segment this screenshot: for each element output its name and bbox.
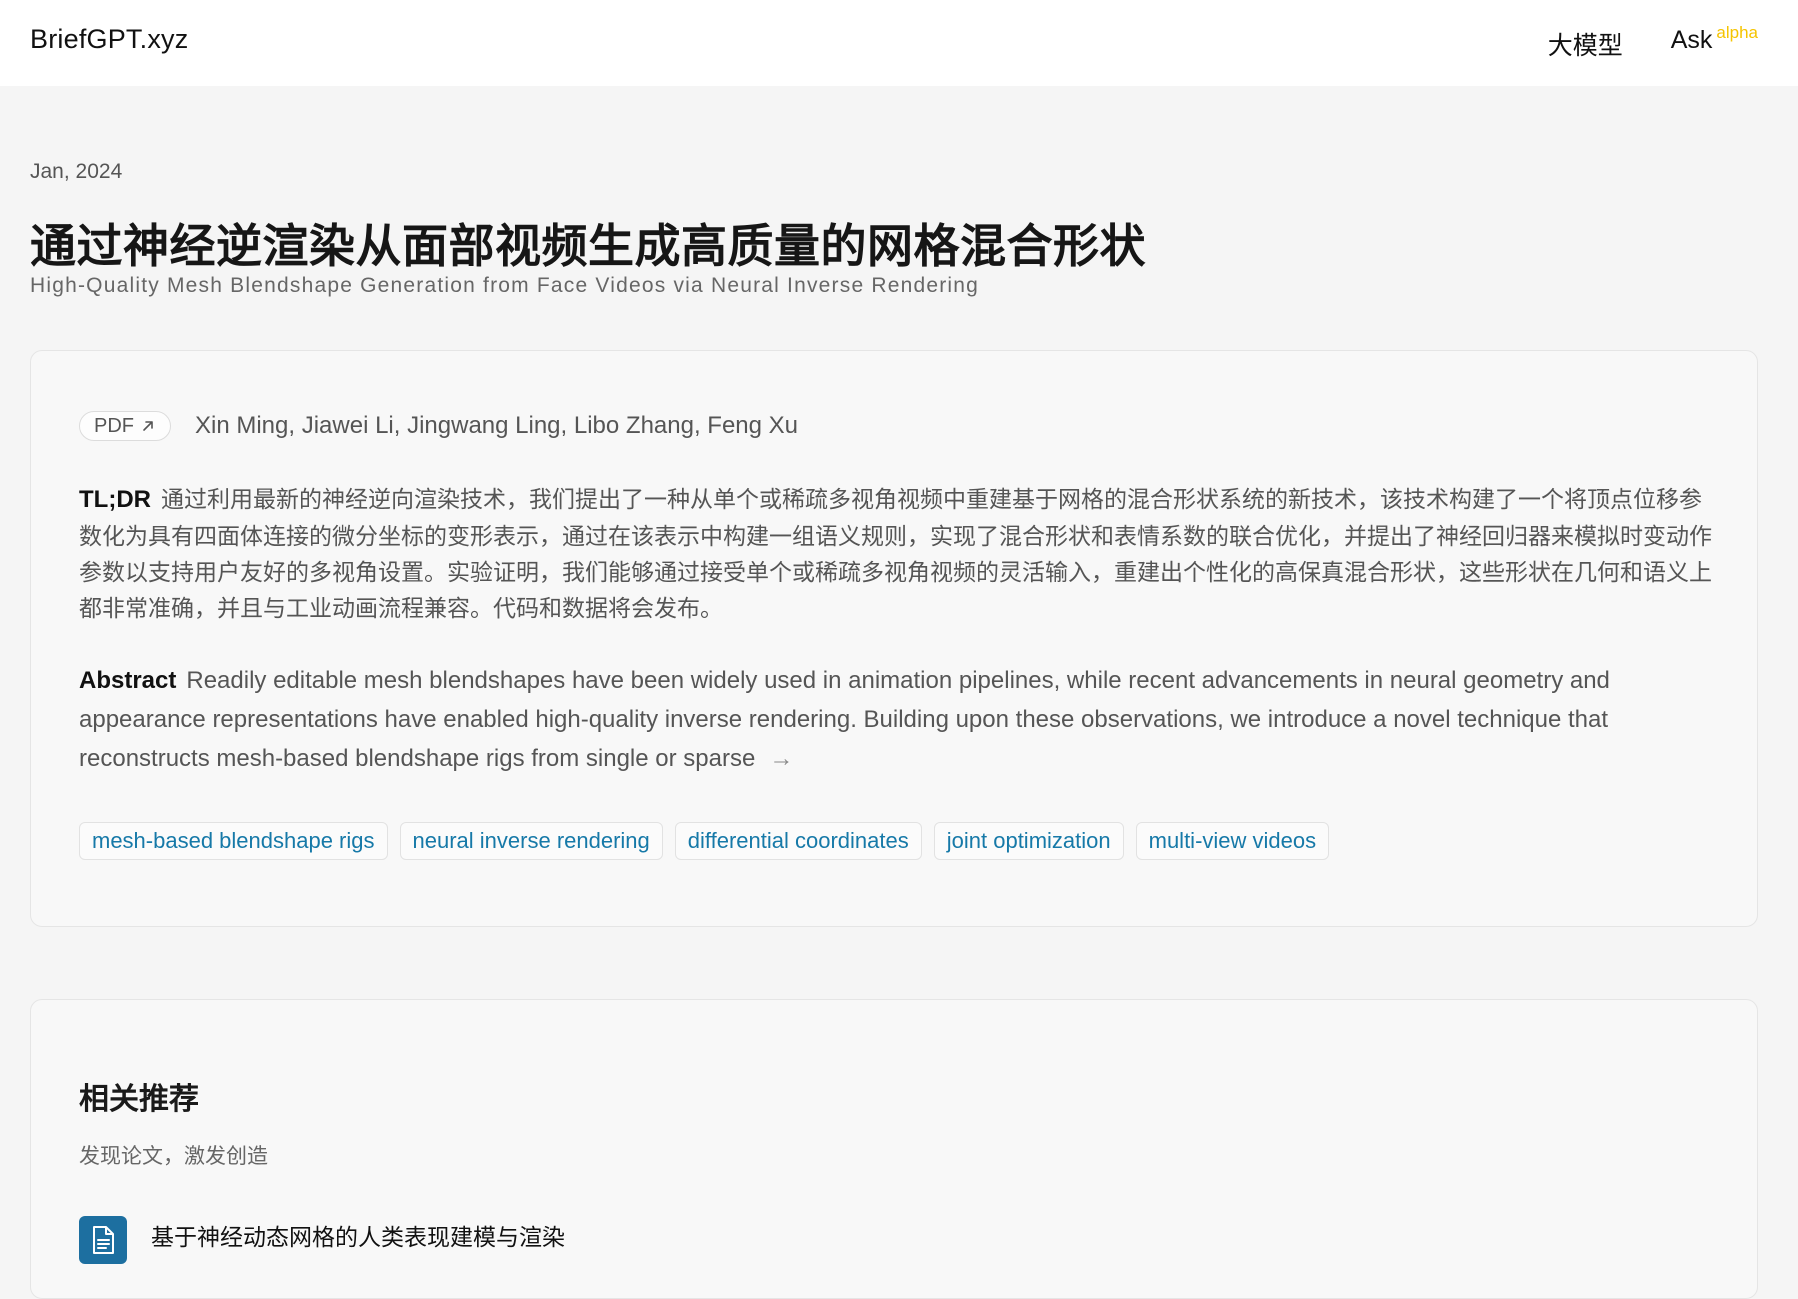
read-more-arrow-icon[interactable]: →	[769, 739, 793, 778]
keyword-tag[interactable]: differential coordinates	[674, 822, 922, 860]
pdf-link-button[interactable]: PDF	[79, 411, 171, 441]
tldr-label: TL;DR	[79, 486, 151, 513]
recommendation-item-title: 基于神经动态网格的人类表现建模与渲染	[151, 1224, 565, 1250]
abstract-block: Abstract Readily editable mesh blendshape…	[79, 661, 1729, 778]
recommendations-card: 相关推荐 发现论文，激发创造 基于神经动态网格的人类表现建模与渲染	[30, 999, 1758, 1299]
nav-link-models[interactable]: 大模型	[1548, 26, 1623, 62]
external-link-icon	[143, 421, 153, 431]
nav-link-ask[interactable]: Ask alpha	[1670, 23, 1758, 55]
top-header: BriefGPT.xyz 大模型 Ask alpha	[0, 0, 1798, 86]
document-glyph	[93, 1226, 114, 1254]
paper-meta-row: PDF Xin Ming, Jiawei Li, Jingwang Ling, …	[79, 411, 798, 441]
tldr-text: 通过利用最新的神经逆向渲染技术，我们提出了一种从单个或稀疏多视角视频中重建基于网…	[79, 486, 1712, 621]
keyword-tag[interactable]: neural inverse rendering	[399, 822, 663, 860]
page-subtitle-en: High-Quality Mesh Blendshape Generation …	[30, 274, 980, 297]
abstract-label: Abstract	[79, 667, 177, 694]
tldr-block: TL;DR 通过利用最新的神经逆向渲染技术，我们提出了一种从单个或稀疏多视角视频中…	[79, 481, 1719, 626]
alpha-badge: alpha	[1716, 23, 1758, 42]
recommendations-subtitle: 发现论文，激发创造	[79, 1145, 268, 1168]
authors-list: Xin Ming, Jiawei Li, Jingwang Ling, Libo…	[195, 412, 799, 439]
recommendation-item[interactable]: 基于神经动态网格的人类表现建模与渲染	[79, 1216, 565, 1264]
publish-date: Jan, 2024	[30, 160, 123, 183]
brand-logo-link[interactable]: BriefGPT.xyz	[30, 24, 188, 55]
recommendations-title: 相关推荐	[79, 1083, 199, 1116]
pdf-label: PDF	[94, 414, 134, 437]
document-icon	[79, 1216, 127, 1264]
paper-summary-card: PDF Xin Ming, Jiawei Li, Jingwang Ling, …	[30, 350, 1758, 927]
keyword-tag[interactable]: multi-view videos	[1135, 822, 1330, 860]
nav-link-ask-label: Ask	[1670, 26, 1713, 54]
keyword-tag[interactable]: joint optimization	[933, 822, 1124, 860]
keyword-tag[interactable]: mesh-based blendshape rigs	[79, 822, 388, 860]
page-title: 通过神经逆渲染从面部视频生成高质量的网格混合形状	[30, 220, 1146, 272]
keyword-tags: mesh-based blendshape rigs neural invers…	[79, 822, 1330, 860]
top-nav: 大模型 Ask alpha	[1548, 23, 1758, 62]
abstract-text: Readily editable mesh blendshapes have b…	[79, 667, 1610, 772]
